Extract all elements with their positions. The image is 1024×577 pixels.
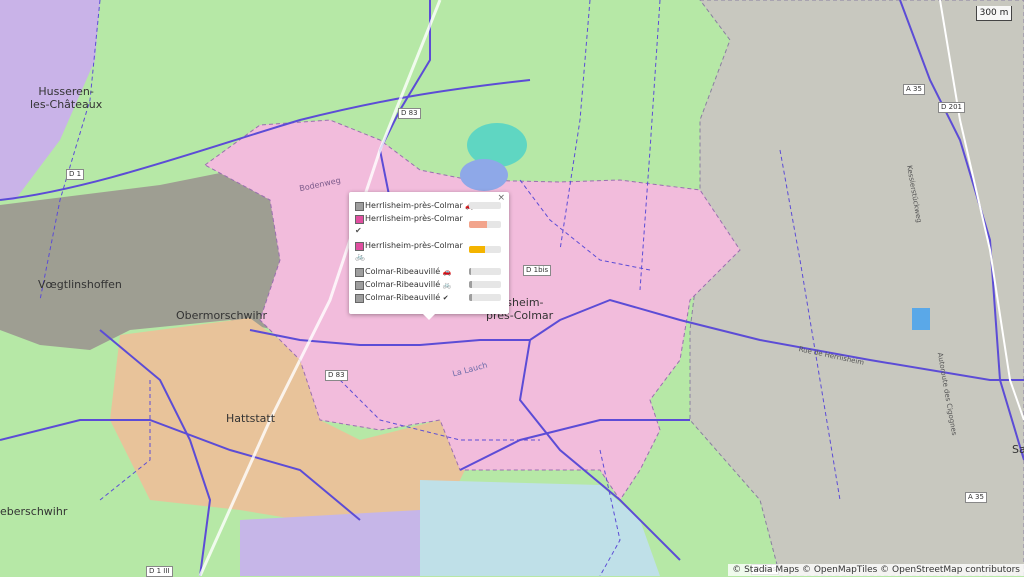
info-popup[interactable]: × Herrlisheim-près-Colmar 🚗 Herrlisheim-… xyxy=(349,192,509,320)
pond xyxy=(460,159,508,191)
road-label-d83: D 83 xyxy=(325,370,348,381)
color-swatch xyxy=(355,294,364,303)
row-label: Colmar-Ribeauvillé 🚲 xyxy=(365,280,452,289)
color-swatch xyxy=(355,242,364,251)
road-label-d1: D 1 xyxy=(66,169,85,180)
road-label-d1-iii: D 1 III xyxy=(146,566,173,577)
bike-icon: 🚲 xyxy=(442,281,452,289)
road-label-d201: D 201 xyxy=(938,102,965,113)
share-bar xyxy=(469,281,501,288)
car-icon: 🚗 xyxy=(442,268,452,276)
place-husseren: Husseren- les-Châteaux xyxy=(30,85,103,111)
row-label: Colmar-Ribeauvillé ✔ xyxy=(365,293,449,302)
row-label: Colmar-Ribeauvillé 🚗 xyxy=(365,267,452,276)
color-swatch xyxy=(355,268,364,277)
map-attribution[interactable]: © Stadia Maps © OpenMapTiles © OpenStree… xyxy=(728,564,1024,576)
basin xyxy=(912,308,930,330)
share-bar xyxy=(469,294,501,301)
color-swatch xyxy=(355,202,364,211)
color-swatch xyxy=(355,281,364,290)
color-swatch xyxy=(355,215,364,224)
place-voegtlinshoffen: Vœgtlinshoffen xyxy=(38,278,122,291)
road-label-a35-south: A 35 xyxy=(965,492,987,503)
row-label: Herrlisheim-près-Colmar xyxy=(365,241,463,250)
walk-icon: ✔ xyxy=(355,226,362,235)
row-label: Herrlisheim-près-Colmar 🚗 xyxy=(365,200,474,212)
scale-bar: 300 m xyxy=(976,6,1012,21)
row-label: Herrlisheim-près-Colmar xyxy=(365,214,463,223)
place-obermorschwihr: Obermorschwihr xyxy=(176,309,268,322)
share-bar xyxy=(469,202,501,209)
road-label-d1bis: D 1bis xyxy=(523,265,552,276)
walk-icon: ✔ xyxy=(442,294,449,302)
road-label-d83-north: D 83 xyxy=(398,108,421,119)
zone-purple-south xyxy=(240,510,420,576)
place-right-partial: Sa xyxy=(1012,443,1024,456)
share-bar xyxy=(469,268,501,275)
bike-icon: 🚲 xyxy=(355,252,365,261)
share-bar xyxy=(469,221,501,228)
share-bar xyxy=(469,246,501,253)
place-hattstatt: Hattstatt xyxy=(226,412,276,425)
road-label-a35: A 35 xyxy=(903,84,925,95)
place-eberschwihr: eberschwihr xyxy=(0,505,68,518)
map-canvas[interactable] xyxy=(0,0,1024,576)
